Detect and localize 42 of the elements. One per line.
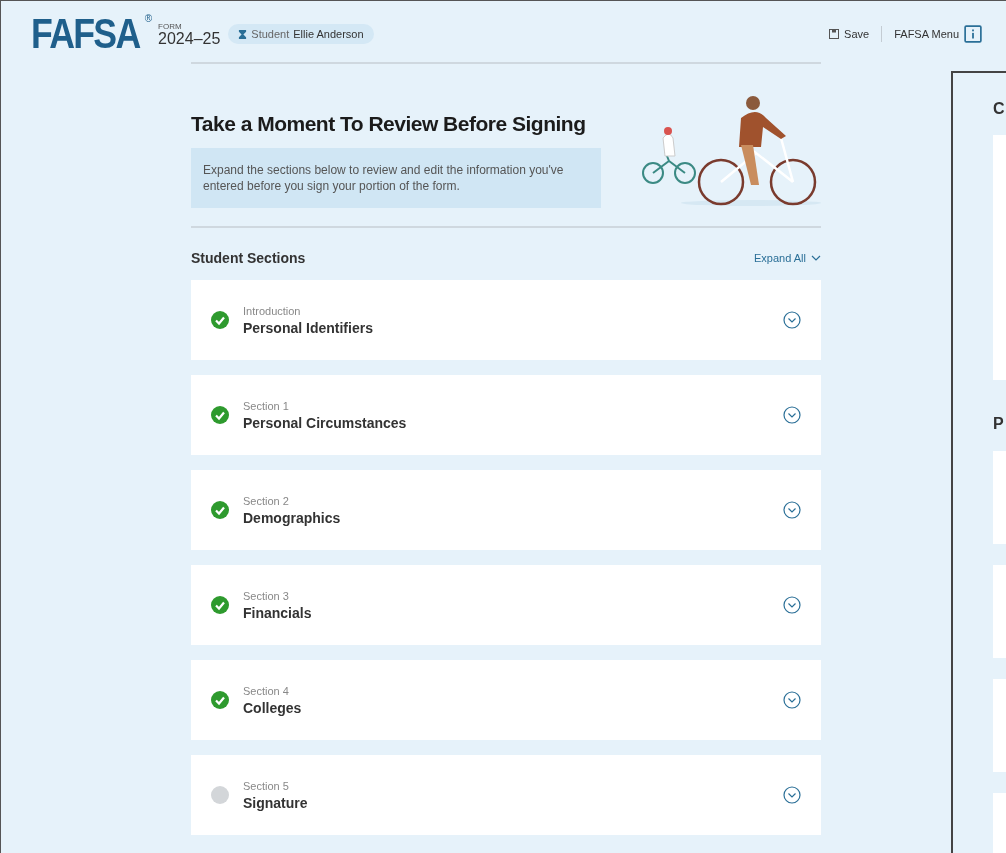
fafsa-logo: FAFSA xyxy=(31,13,140,55)
section-label: Introduction xyxy=(243,304,302,317)
panel-heading: P xyxy=(993,415,1005,433)
section-label: Section 3 xyxy=(243,589,290,602)
expand-circle-icon xyxy=(783,311,801,329)
section-label: Section 1 xyxy=(243,399,290,412)
info-icon xyxy=(964,25,982,43)
expand-circle-icon xyxy=(783,501,801,519)
save-icon xyxy=(829,29,840,39)
user-role: Student xyxy=(251,28,290,40)
section-card[interactable]: Section 2 Demographics xyxy=(191,470,821,550)
panel-heading: C xyxy=(993,100,1006,118)
expand-circle-icon xyxy=(783,786,801,804)
section-title: Signature xyxy=(243,794,309,811)
form-label: FORM xyxy=(158,23,183,31)
chevron-down-icon xyxy=(811,255,821,261)
section-title: Financials xyxy=(243,604,313,621)
section-label: Section 4 xyxy=(243,684,290,697)
section-title: Demographics xyxy=(243,509,342,526)
menu-button[interactable]: FAFSA Menu xyxy=(894,25,982,43)
page-title: Take a Moment To Review Before Signing xyxy=(191,112,587,136)
section-title: Personal Circumstances xyxy=(243,414,408,431)
hourglass-icon xyxy=(238,29,248,39)
section-card[interactable]: Introduction Personal Identifiers xyxy=(191,280,821,360)
form-year: 2024–25 xyxy=(158,31,221,47)
section-card[interactable]: Section 1 Personal Circumstances xyxy=(191,375,821,455)
section-card[interactable]: Section 5 Signature xyxy=(191,755,821,835)
expand-all-link[interactable]: Expand All xyxy=(754,252,821,264)
save-button[interactable]: Save xyxy=(829,28,870,40)
expand-circle-icon xyxy=(783,406,801,424)
expand-circle-icon xyxy=(783,691,801,709)
section-card[interactable]: Section 4 Colleges xyxy=(191,660,821,740)
expand-circle-icon xyxy=(783,596,801,614)
section-title: Colleges xyxy=(243,699,303,716)
section-label: Section 5 xyxy=(243,779,290,792)
user-name: Ellie Anderson xyxy=(293,28,364,40)
section-card[interactable]: Section 3 Financials xyxy=(191,565,821,645)
section-label: Section 2 xyxy=(243,494,290,507)
info-note: Expand the sections below to review and edit the information you've entered before you sign your portion of the form. xyxy=(191,148,601,208)
registered-mark: ® xyxy=(144,13,153,24)
section-heading: Student Sections xyxy=(191,250,306,266)
section-title: Personal Identifiers xyxy=(243,319,374,336)
